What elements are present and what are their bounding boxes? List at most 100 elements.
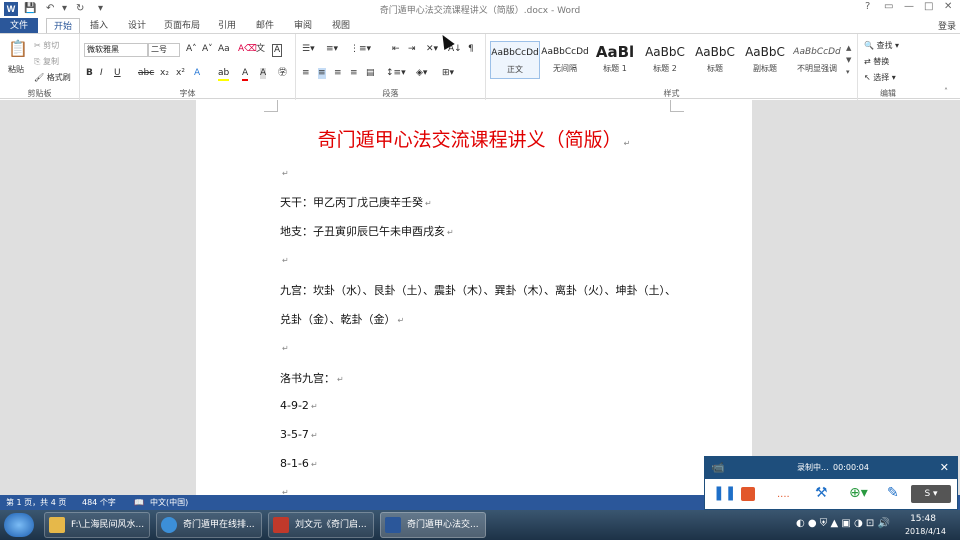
copy-button[interactable]: ⎘ 复制 — [34, 56, 59, 67]
styles-scroll-icon[interactable]: ▲ ▼ ▾ — [846, 42, 851, 78]
paragraph-1[interactable]: ↵ — [280, 166, 289, 179]
taskbar-button-browser[interactable]: 奇门遁甲在线排... — [156, 512, 262, 538]
tab-mailings[interactable]: 邮件 — [250, 18, 280, 34]
subscript-icon[interactable]: x₂ — [160, 68, 169, 79]
multilevel-list-icon[interactable]: ⋮≡▾ — [350, 44, 371, 55]
tab-view[interactable]: 视图 — [326, 18, 356, 34]
paragraph-8[interactable]: 洛书九宫： ↵ — [280, 370, 344, 386]
document-page[interactable]: 奇门遁甲心法交流课程讲义（简版） ↵ ↵ 天干：甲乙丙丁戊己庚辛壬癸 ↵ 地支：子丑… — [196, 100, 752, 497]
proofing-icon[interactable]: 📖 — [134, 495, 144, 510]
style-heading1[interactable]: AaBl 标题 1 — [590, 41, 640, 79]
font-color-icon[interactable]: A — [242, 68, 249, 81]
underline-icon[interactable]: U — [114, 68, 121, 79]
taskbar-button-explorer[interactable]: F:\上海民间风水... — [44, 512, 150, 538]
stop-icon[interactable] — [741, 487, 755, 501]
tab-insert[interactable]: 插入 — [84, 18, 114, 34]
increase-indent-icon[interactable]: ⇥ — [408, 44, 416, 55]
find-button[interactable]: 🔍 查找 ▾ — [864, 40, 899, 51]
maximize-button[interactable]: □ — [924, 1, 933, 12]
style-subtle-emphasis[interactable]: AaBbCcDd 不明显强调 — [792, 41, 842, 79]
tab-design[interactable]: 设计 — [122, 18, 152, 34]
paste-button[interactable]: 粘贴 — [8, 64, 24, 75]
paragraph-6[interactable]: 兑卦（金）、乾卦（金） ↵ — [280, 311, 404, 327]
enclose-char-icon[interactable]: ㊫ — [278, 68, 287, 79]
style-normal[interactable]: AaBbCcDd 正文 — [490, 41, 540, 79]
page-count[interactable]: 第 1 页，共 4 页 — [6, 495, 66, 510]
font-size-select[interactable]: 二号 — [148, 43, 180, 57]
document-area: 奇门遁甲心法交流课程讲义（简版） ↵ ↵ 天干：甲乙丙丁戊己庚辛壬癸 ↵ 地支：子丑… — [0, 31, 960, 497]
login-link[interactable]: 登录 — [938, 19, 956, 32]
style-no-spacing[interactable]: AaBbCcDd 无间隔 — [540, 41, 590, 79]
justify-icon[interactable]: ≡ — [350, 68, 358, 79]
paste-icon[interactable]: 📋 — [8, 40, 28, 58]
shrink-font-icon[interactable]: A˅ — [202, 44, 213, 55]
format-painter-button[interactable]: 🖌 格式刷 — [34, 72, 71, 83]
paragraph-2[interactable]: 天干：甲乙丙丁戊己庚辛壬癸 ↵ — [280, 194, 432, 210]
borders-icon[interactable]: ⊞▾ — [442, 68, 454, 79]
tab-home[interactable]: 开始 — [46, 18, 80, 34]
text-effects-icon[interactable]: A — [194, 68, 200, 79]
ime-toolbar-icon[interactable]: S ▾ — [911, 485, 951, 503]
select-button[interactable]: ↖ 选择 ▾ — [864, 72, 896, 83]
style-title[interactable]: AaBbC 标题 — [690, 41, 740, 79]
minimize-button[interactable]: — — [904, 1, 914, 12]
char-border-icon[interactable]: A — [272, 44, 283, 57]
taskbar-button-word[interactable]: 奇门遁甲心法交... — [380, 512, 486, 538]
numbering-icon[interactable]: ≡▾ — [326, 44, 338, 55]
tab-references[interactable]: 引用 — [212, 18, 242, 34]
brush-icon[interactable]: ⚒ — [815, 485, 828, 501]
pen-icon[interactable]: ✎ — [887, 485, 899, 501]
tab-review[interactable]: 审阅 — [288, 18, 318, 34]
clear-format-icon[interactable]: A⌫ — [238, 44, 257, 55]
paragraph-10[interactable]: 3-5-7 ↵ — [280, 428, 318, 441]
replace-button[interactable]: ⇄ 替换 — [864, 56, 889, 67]
collapse-ribbon-icon[interactable]: ˄ — [944, 86, 948, 97]
ribbon-display-button[interactable]: ▭ — [884, 1, 893, 12]
language-indicator[interactable]: 中文(中国) — [150, 495, 188, 510]
paragraph-11[interactable]: 8-1-6 ↵ — [280, 457, 318, 470]
align-left-icon[interactable]: ≡ — [302, 68, 310, 79]
chinese-layout-icon[interactable]: ✕▾ — [426, 44, 438, 55]
bullets-icon[interactable]: ☰▾ — [302, 44, 315, 55]
clock-time[interactable]: 15:48 — [910, 514, 936, 524]
document-title[interactable]: 奇门遁甲心法交流课程讲义（简版） ↵ — [196, 125, 752, 152]
phonetic-guide-icon[interactable]: 文 — [256, 44, 265, 55]
align-right-icon[interactable]: ≡ — [334, 68, 342, 79]
tab-file[interactable]: 文件 — [0, 18, 38, 34]
recorder-close-icon[interactable]: ✕ — [940, 457, 949, 479]
grow-font-icon[interactable]: A˄ — [186, 44, 197, 55]
word-count[interactable]: 484 个字 — [82, 495, 116, 510]
webcam-icon[interactable]: ⊕▾ — [849, 485, 868, 501]
show-marks-icon[interactable]: ¶ — [468, 44, 474, 55]
clock-date[interactable]: 2018/4/14 — [905, 527, 946, 536]
paragraph-4[interactable]: ↵ — [280, 253, 289, 266]
shading-icon[interactable]: ◈▾ — [416, 68, 427, 79]
strikethrough-icon[interactable]: abc — [138, 68, 154, 79]
tab-layout[interactable]: 页面布局 — [160, 18, 204, 34]
highlight-icon[interactable]: ab — [218, 68, 230, 81]
style-subtitle[interactable]: AaBbC 副标题 — [740, 41, 790, 79]
char-shading-icon[interactable]: A — [260, 68, 267, 79]
help-button[interactable]: ? — [865, 1, 870, 12]
start-button[interactable] — [4, 513, 34, 537]
title-bar: W 💾 ↶ ▾ ↻ ▾ 奇门遁甲心法交流课程讲义（简版）.docx - Word… — [0, 0, 960, 18]
pause-icon[interactable]: ❚❚ — [713, 485, 736, 501]
paragraph-3[interactable]: 地支：子丑寅卯辰巳午未申酉戌亥 ↵ — [280, 223, 454, 239]
taskbar-button-pdf[interactable]: 刘文元《奇门启... — [268, 512, 374, 538]
change-case-icon[interactable]: Aa — [218, 44, 230, 55]
line-spacing-icon[interactable]: ↕≡▾ — [386, 68, 406, 79]
close-button[interactable]: ✕ — [944, 1, 952, 12]
cut-button[interactable]: ✂ 剪切 — [34, 40, 59, 51]
font-name-select[interactable]: 微软雅黑 — [84, 43, 148, 57]
tray-icons[interactable]: ◐ ● ⛨ ▲ ▣ ◑ ⊡ 🔊 — [796, 518, 890, 529]
decrease-indent-icon[interactable]: ⇤ — [392, 44, 400, 55]
paragraph-9[interactable]: 4-9-2 ↵ — [280, 399, 318, 412]
superscript-icon[interactable]: x² — [176, 68, 185, 79]
paragraph-7[interactable]: ↵ — [280, 341, 289, 354]
align-center-icon[interactable]: ≡ — [318, 68, 326, 79]
italic-icon[interactable]: I — [100, 68, 103, 79]
bold-icon[interactable]: B — [86, 68, 93, 79]
paragraph-5[interactable]: 九宫：坎卦（水）、艮卦（土）、震卦（木）、巽卦（木）、离卦（火）、坤卦（土）、 — [280, 282, 676, 298]
distributed-icon[interactable]: ▤ — [366, 68, 375, 79]
style-heading2[interactable]: AaBbC 标题 2 — [640, 41, 690, 79]
